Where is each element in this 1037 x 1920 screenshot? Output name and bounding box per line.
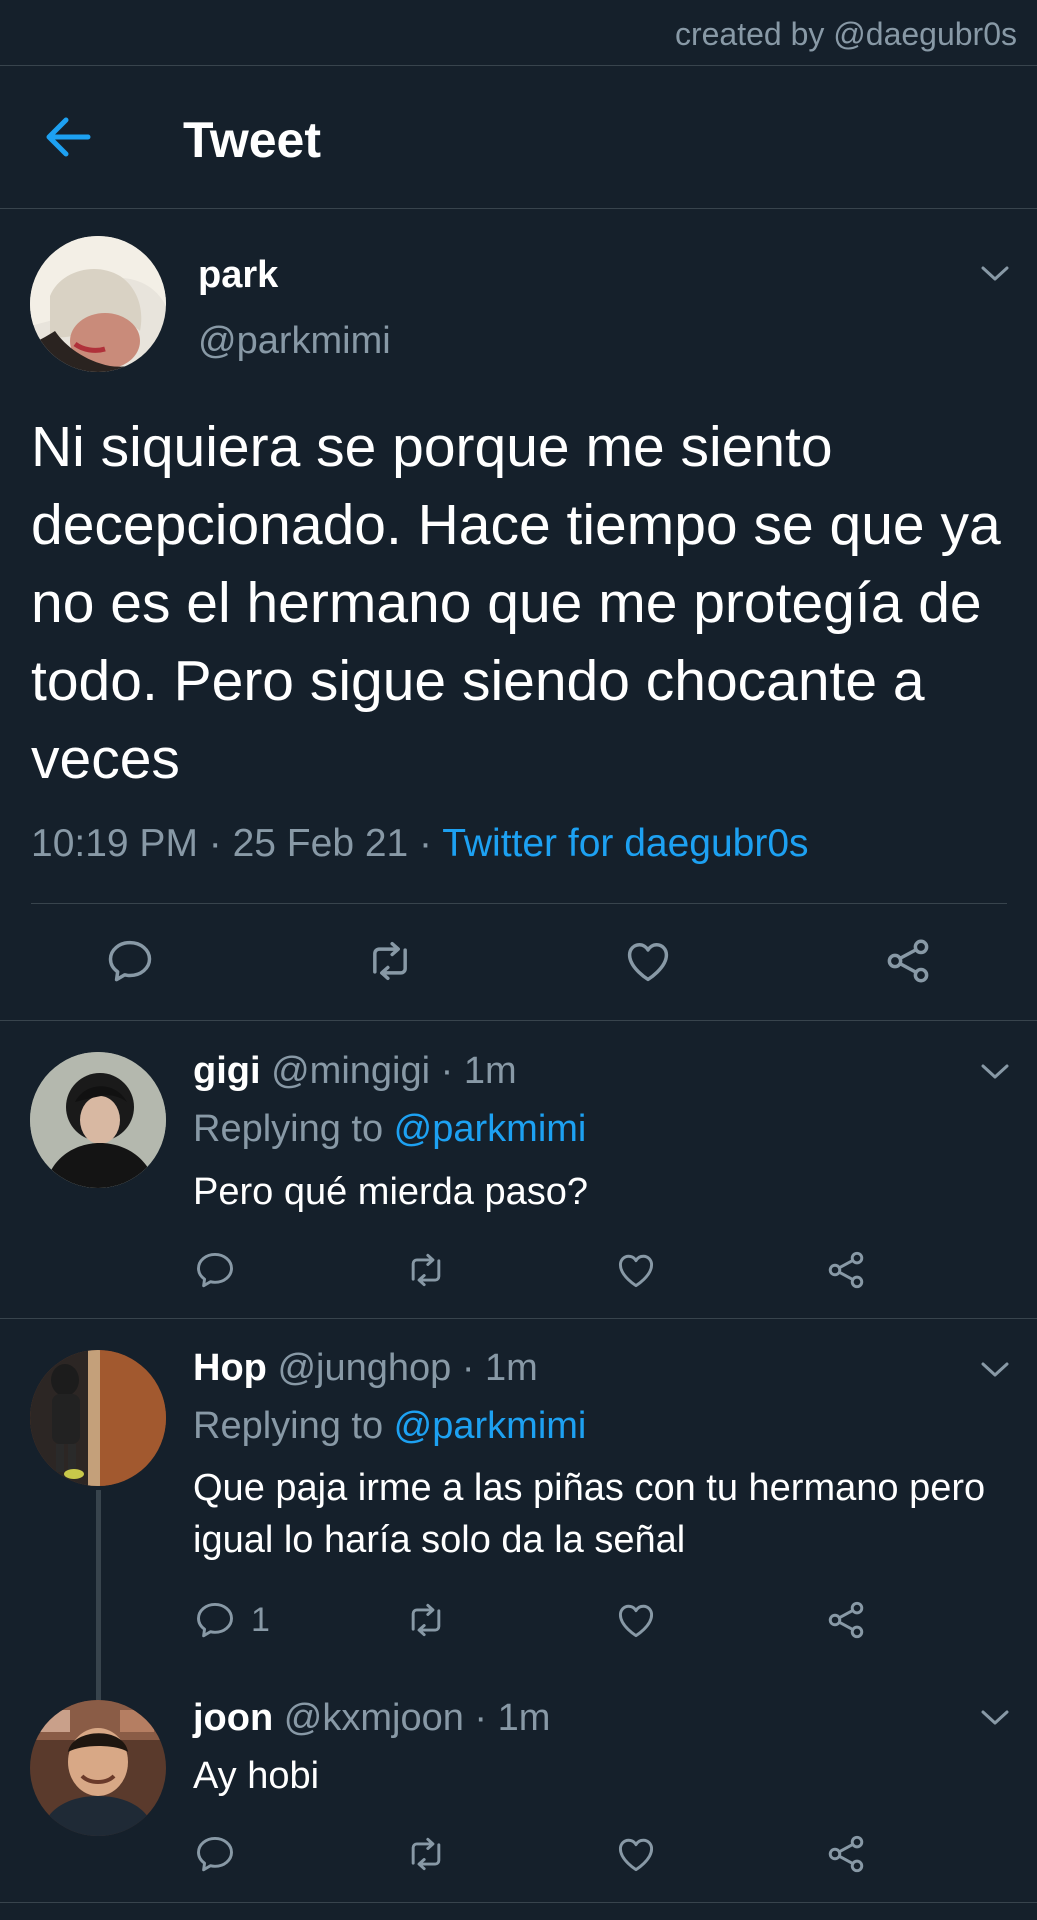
reply-icon	[193, 1832, 237, 1876]
thread-line	[96, 1490, 101, 1700]
share-button[interactable]	[824, 1248, 868, 1292]
reply-time: · 1m	[430, 1050, 517, 1092]
reply-header: Hop @junghop · 1m	[193, 1347, 538, 1390]
page-title: Tweet	[183, 112, 321, 168]
top-bar: Tweet	[0, 67, 1037, 209]
share-icon	[882, 935, 934, 987]
watermark-text: created by @daegubr0s	[674, 16, 1017, 52]
retweet-icon	[404, 1598, 448, 1642]
reply-author-name[interactable]: joon	[193, 1697, 273, 1739]
chevron-down-icon[interactable]	[980, 1360, 1010, 1380]
avatar[interactable]	[30, 1350, 166, 1486]
replying-label: Replying to	[193, 1405, 394, 1447]
divider	[0, 1318, 1037, 1319]
replying-to: Replying to @parkmimi	[193, 1405, 586, 1448]
like-icon	[614, 1832, 658, 1876]
like-icon	[614, 1598, 658, 1642]
watermark: created by @daegubr0s	[0, 0, 1037, 66]
reply-time: · 1m	[451, 1347, 538, 1389]
retweet-button[interactable]	[364, 935, 416, 987]
replying-to: Replying to @parkmimi	[193, 1108, 586, 1151]
like-button[interactable]	[614, 1832, 658, 1876]
chevron-down-icon[interactable]	[980, 1708, 1010, 1728]
author-handle[interactable]: @parkmimi	[198, 320, 391, 363]
tweet-timestamp: 10:19 PM · 25 Feb 21 ·	[31, 822, 443, 865]
reply-author-handle[interactable]: @junghop	[277, 1347, 451, 1389]
mention-link[interactable]: @parkmimi	[394, 1405, 587, 1447]
reply-text: Pero qué mierda paso?	[193, 1171, 589, 1213]
back-arrow-icon[interactable]	[42, 115, 92, 159]
reply-header: joon @kxmjoon · 1m	[193, 1697, 550, 1740]
retweet-button[interactable]	[404, 1832, 448, 1876]
reply-header: gigi @mingigi · 1m	[193, 1050, 517, 1093]
reply-author-handle[interactable]: @kxmjoon	[284, 1697, 464, 1739]
share-icon	[824, 1248, 868, 1292]
reply-author-name[interactable]: gigi	[193, 1050, 261, 1092]
like-button[interactable]	[614, 1598, 658, 1642]
reply-button[interactable]: 1	[193, 1598, 270, 1642]
divider	[31, 903, 1007, 904]
reply-button[interactable]	[193, 1832, 237, 1876]
tweet-text: Ni siquiera se porque me siento decepcio…	[31, 415, 1001, 791]
like-icon	[622, 935, 674, 987]
share-button[interactable]	[824, 1832, 868, 1876]
reply-icon	[193, 1598, 237, 1642]
chevron-down-icon[interactable]	[980, 264, 1010, 284]
tweet-meta: 10:19 PM · 25 Feb 21 · Twitter for daegu…	[31, 822, 809, 866]
reply-icon	[104, 935, 156, 987]
tweet-source-link[interactable]: Twitter for daegubr0s	[442, 822, 808, 865]
avatar[interactable]	[30, 236, 166, 372]
mention-link[interactable]: @parkmimi	[394, 1108, 587, 1150]
reply-author-handle[interactable]: @mingigi	[271, 1050, 430, 1092]
avatar[interactable]	[30, 1700, 166, 1836]
divider	[0, 1020, 1037, 1021]
reply-author-name[interactable]: Hop	[193, 1347, 267, 1389]
retweet-icon	[404, 1248, 448, 1292]
chevron-down-icon[interactable]	[980, 1062, 1010, 1082]
replying-label: Replying to	[193, 1108, 394, 1150]
share-icon	[824, 1832, 868, 1876]
share-button[interactable]	[882, 935, 934, 987]
like-button[interactable]	[622, 935, 674, 987]
reply-button[interactable]	[193, 1248, 237, 1292]
retweet-button[interactable]	[404, 1598, 448, 1642]
retweet-icon	[404, 1832, 448, 1876]
reply-text: Que paja irme a las piñas con tu hermano…	[193, 1467, 986, 1561]
reply-icon	[193, 1248, 237, 1292]
retweet-button[interactable]	[404, 1248, 448, 1292]
retweet-icon	[364, 935, 416, 987]
share-button[interactable]	[824, 1598, 868, 1642]
like-icon	[614, 1248, 658, 1292]
reply-text: Ay hobi	[193, 1755, 320, 1797]
reply-button[interactable]	[104, 935, 156, 987]
avatar[interactable]	[30, 1052, 166, 1188]
divider	[0, 1902, 1037, 1903]
reply-time: · 1m	[463, 1697, 551, 1739]
author-name[interactable]: park	[198, 254, 278, 297]
like-button[interactable]	[614, 1248, 658, 1292]
share-icon	[824, 1598, 868, 1642]
reply-count: 1	[251, 1600, 270, 1639]
